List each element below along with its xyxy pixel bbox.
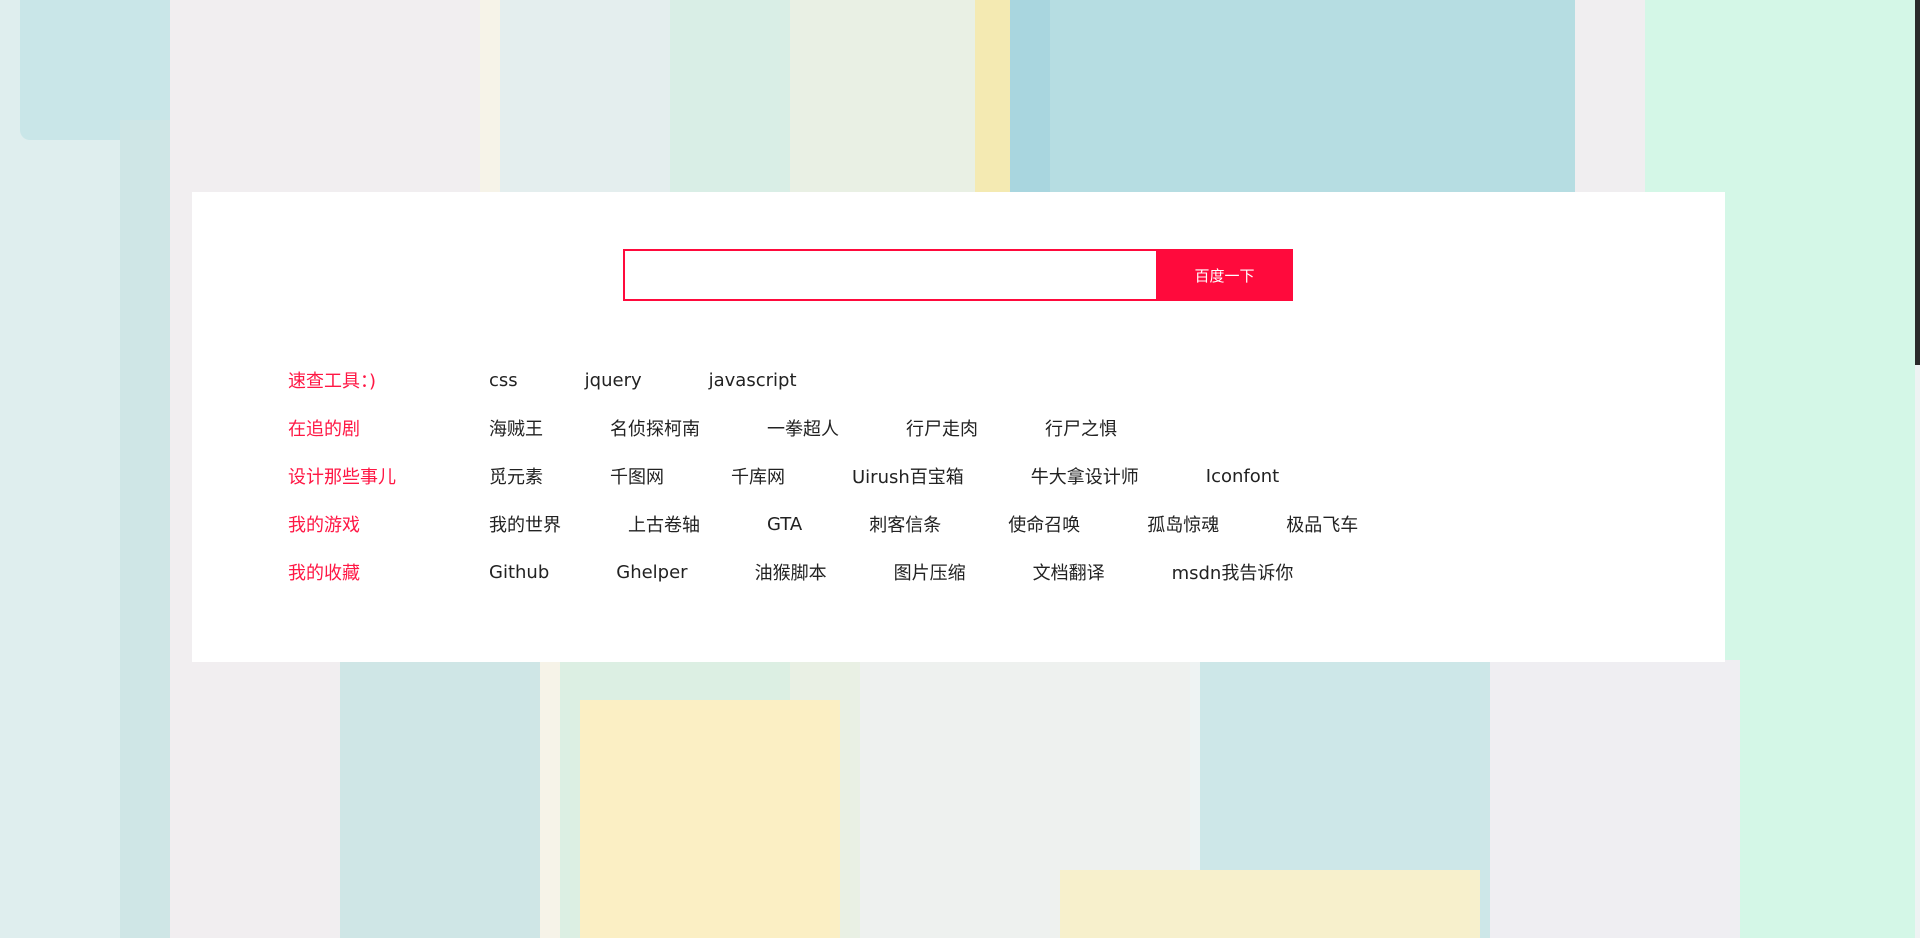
link[interactable]: 牛大拿设计师 [1031, 463, 1139, 489]
link[interactable]: Github [489, 562, 549, 583]
link[interactable]: Ghelper [616, 562, 687, 583]
row-label: 设计那些事儿 [288, 467, 396, 488]
link-group: 海贼王 名侦探柯南 一拳超人 行尸走肉 行尸之惧 [489, 415, 1184, 441]
link[interactable]: css [489, 370, 518, 391]
bg-stroke [120, 120, 170, 938]
scrollbar-thumb[interactable] [1915, 0, 1920, 365]
link[interactable]: GTA [767, 514, 802, 535]
link[interactable]: 千图网 [610, 463, 664, 489]
link-group: css jquery javascript [489, 370, 864, 391]
link[interactable]: javascript [709, 370, 797, 391]
link[interactable]: 上古卷轴 [628, 511, 700, 537]
link[interactable]: Iconfont [1206, 466, 1279, 487]
link-group: Github Ghelper 油猴脚本 图片压缩 文档翻译 msdn我告诉你 [489, 559, 1360, 585]
search-input[interactable] [623, 249, 1156, 301]
link-row: 我的游戏 我的世界 上古卷轴 GTA 刺客信条 使命召唤 孤岛惊魂 极品飞车 [288, 500, 1425, 548]
link[interactable]: Uirush百宝箱 [852, 463, 964, 489]
bg-stroke [1490, 660, 1740, 938]
link[interactable]: jquery [585, 370, 642, 391]
link[interactable]: msdn我告诉你 [1172, 559, 1294, 585]
link-row: 速查工具：) css jquery javascript [288, 356, 1425, 404]
link[interactable]: 海贼王 [489, 415, 543, 441]
link[interactable]: 行尸走肉 [906, 415, 978, 441]
bg-stroke [1060, 870, 1480, 938]
link[interactable]: 觅元素 [489, 463, 543, 489]
search-form: 百度一下 [623, 249, 1293, 301]
link[interactable]: 极品飞车 [1286, 511, 1358, 537]
link[interactable]: 一拳超人 [767, 415, 839, 441]
row-label: 我的游戏 [288, 515, 360, 536]
link[interactable]: 名侦探柯南 [610, 415, 700, 441]
link[interactable]: 使命召唤 [1008, 511, 1080, 537]
row-label: 速查工具：) [288, 371, 377, 392]
link[interactable]: 千库网 [731, 463, 785, 489]
link[interactable]: 油猴脚本 [755, 559, 827, 585]
link[interactable]: 我的世界 [489, 511, 561, 537]
bg-stroke [340, 660, 540, 938]
link-row: 我的收藏 Github Ghelper 油猴脚本 图片压缩 文档翻译 msdn我… [288, 548, 1425, 596]
link[interactable]: 孤岛惊魂 [1147, 511, 1219, 537]
row-label: 在追的剧 [288, 419, 360, 440]
link[interactable]: 图片压缩 [894, 559, 966, 585]
link-row: 在追的剧 海贼王 名侦探柯南 一拳超人 行尸走肉 行尸之惧 [288, 404, 1425, 452]
link[interactable]: 文档翻译 [1033, 559, 1105, 585]
link-group: 我的世界 上古卷轴 GTA 刺客信条 使命召唤 孤岛惊魂 极品飞车 [489, 511, 1425, 537]
link-group: 觅元素 千图网 千库网 Uirush百宝箱 牛大拿设计师 Iconfont [489, 463, 1346, 489]
link-rows: 速查工具：) css jquery javascript 在追的剧 海贼王 名侦… [288, 356, 1425, 596]
bg-stroke [580, 700, 840, 938]
row-label: 我的收藏 [288, 563, 360, 584]
link-row: 设计那些事儿 觅元素 千图网 千库网 Uirush百宝箱 牛大拿设计师 Icon… [288, 452, 1425, 500]
search-button[interactable]: 百度一下 [1156, 249, 1293, 301]
main-panel: 百度一下 速查工具：) css jquery javascript 在追的剧 海… [192, 192, 1725, 662]
link[interactable]: 刺客信条 [869, 511, 941, 537]
link[interactable]: 行尸之惧 [1045, 415, 1117, 441]
